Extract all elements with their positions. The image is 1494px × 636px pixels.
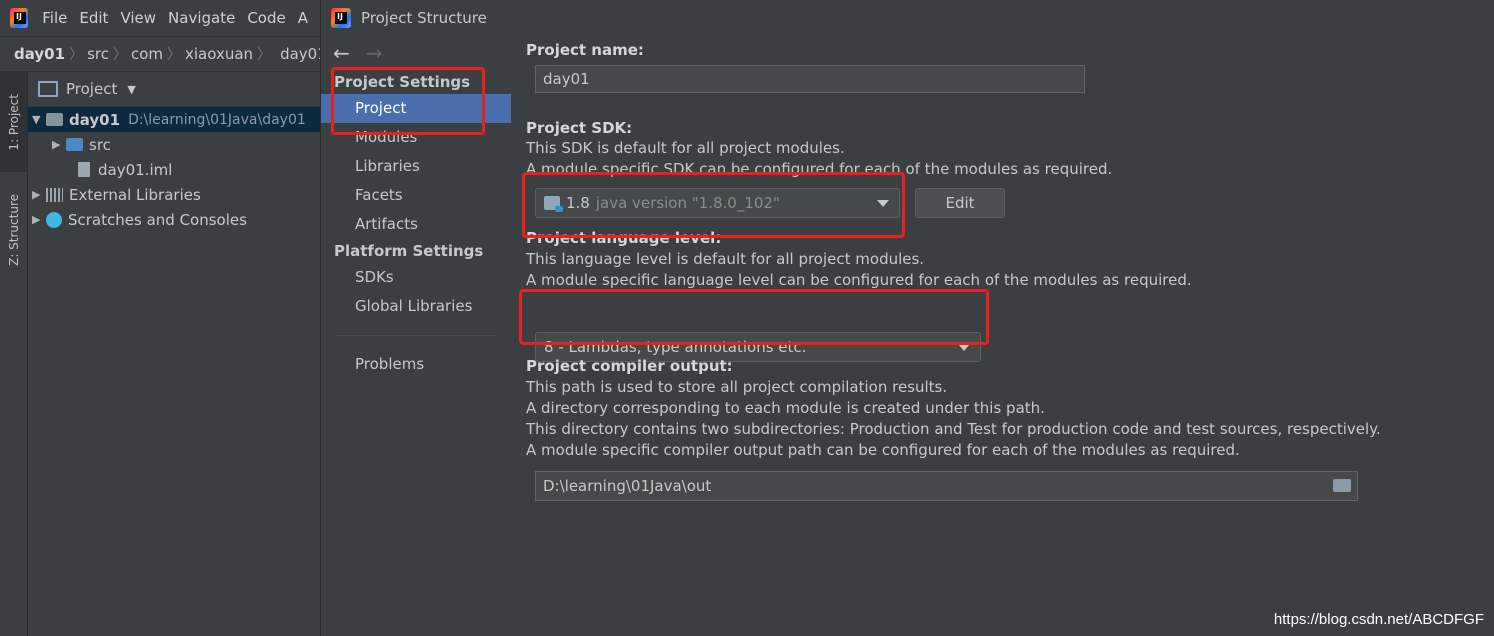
tool-window-strip: 1: Project Z: Structure [0, 72, 28, 636]
project-name-input[interactable]: day01 [535, 65, 1085, 93]
sdk-edit-button[interactable]: Edit [915, 188, 1005, 218]
menu-edit[interactable]: Edit [79, 9, 108, 27]
tool-tab-structure-label: Z: Structure [6, 194, 21, 266]
tool-tab-structure[interactable]: Z: Structure [0, 180, 27, 280]
project-panel-header[interactable]: Project ▼ [28, 72, 320, 107]
tool-tab-project-label: 1: Project [6, 93, 21, 151]
tree-item-label: day01 [69, 110, 121, 129]
chevron-right-icon: 〉 [167, 47, 182, 63]
compiler-output-desc-2: A directory corresponding to each module… [526, 399, 1045, 417]
project-name-label: Project name: [526, 41, 644, 59]
nav-section-platform-settings: Platform Settings [334, 242, 484, 260]
compiler-output-label: Project compiler output: [526, 357, 733, 375]
language-level-value: 8 - Lambdas, type annotations etc. [544, 338, 807, 356]
collapse-arrow-icon[interactable]: ▶ [52, 138, 66, 151]
project-panel-title: Project [66, 80, 118, 98]
tree-item-src[interactable]: ▶ src [28, 132, 320, 157]
collapse-arrow-icon[interactable]: ▶ [32, 188, 46, 201]
dialog-title: Project Structure [361, 9, 487, 27]
menu-bar: IJ File Edit View Navigate Code A [0, 0, 320, 36]
chevron-right-icon: 〉 [257, 47, 272, 63]
iml-file-icon [78, 162, 90, 177]
chevron-right-icon: 〉 [69, 47, 84, 63]
sdk-edit-label: Edit [945, 194, 975, 212]
nav-item-sdks[interactable]: SDKs [321, 263, 511, 292]
nav-item-modules[interactable]: Modules [321, 123, 511, 152]
back-arrow-icon[interactable]: ← [333, 41, 350, 65]
module-folder-icon [46, 113, 63, 126]
nav-item-libraries[interactable]: Libraries [321, 152, 511, 181]
tree-item-day01[interactable]: ▼ day01 D:\learning\01Java\day01 [28, 107, 320, 132]
tool-tab-project[interactable]: 1: Project [0, 72, 27, 172]
sdk-version-detail: java version "1.8.0_102" [595, 194, 780, 212]
breadcrumb-src[interactable]: src [83, 45, 113, 63]
nav-item-artifacts[interactable]: Artifacts [321, 210, 511, 239]
nav-arrows: ← → [321, 36, 511, 70]
sdk-version: 1.8 [566, 194, 590, 212]
nav-item-facets[interactable]: Facets [321, 181, 511, 210]
tree-item-label: day01.iml [98, 160, 173, 179]
intellij-logo-icon: IJ [331, 8, 351, 28]
project-sdk-desc-1: This SDK is default for all project modu… [526, 139, 845, 157]
tree-item-label: src [89, 135, 111, 154]
chevron-down-icon [958, 344, 970, 351]
tree-item-external-libraries[interactable]: ▶ External Libraries [28, 182, 320, 207]
project-sdk-dropdown[interactable]: 1.8 java version "1.8.0_102" [535, 188, 900, 218]
nav-item-global-libraries[interactable]: Global Libraries [321, 292, 511, 321]
watermark-text: https://blog.csdn.net/ABCDFGF [1273, 611, 1484, 628]
library-icon [46, 187, 63, 202]
breadcrumb-xiaoxuan[interactable]: xiaoxuan [181, 45, 257, 63]
scratches-icon [46, 211, 62, 228]
dialog-title-bar: IJ Project Structure [321, 0, 1494, 36]
menu-view[interactable]: View [120, 9, 156, 27]
compiler-output-path: D:\learning\01Java\out [543, 477, 712, 495]
project-panel: Project ▼ ▼ day01 D:\learning\01Java\day… [28, 72, 320, 636]
compiler-output-path-input[interactable]: D:\learning\01Java\out [535, 471, 1358, 501]
compiler-output-desc-1: This path is used to store all project c… [526, 378, 948, 396]
tree-item-scratches[interactable]: ▶ Scratches and Consoles [28, 207, 320, 232]
tree-item-label: Scratches and Consoles [68, 210, 247, 229]
source-folder-icon [66, 138, 83, 151]
language-level-desc-2: A module specific language level can be … [526, 271, 1192, 289]
menu-code[interactable]: Code [247, 9, 285, 27]
language-level-label: Project language level: [526, 229, 722, 247]
project-sdk-desc-2: A module specific SDK can be configured … [526, 160, 1113, 178]
breadcrumb: day01 〉 src 〉 com 〉 xiaoxuan 〉 day01 [0, 36, 327, 72]
nav-section-project-settings: Project Settings [334, 73, 471, 91]
expand-arrow-icon[interactable]: ▼ [32, 113, 46, 126]
chevron-down-icon[interactable]: ▼ [127, 83, 135, 96]
compiler-output-desc-4: A module specific compiler output path c… [526, 441, 1240, 459]
settings-nav: ← → Project Settings Project Modules Lib… [321, 36, 511, 636]
project-structure-dialog: IJ Project Structure ← → Project Setting… [320, 0, 1494, 636]
project-view-icon [38, 81, 58, 97]
nav-divider [335, 335, 497, 336]
nav-item-project[interactable]: Project [321, 94, 511, 123]
intellij-logo-icon: IJ [10, 8, 29, 28]
collapse-arrow-icon[interactable]: ▶ [32, 213, 46, 226]
module-path: D:\learning\01Java\day01 [128, 111, 306, 128]
language-level-desc-1: This language level is default for all p… [526, 250, 925, 268]
chevron-down-icon [877, 200, 889, 207]
breadcrumb-com[interactable]: com [127, 45, 167, 63]
nav-item-problems[interactable]: Problems [321, 350, 511, 379]
compiler-output-desc-3: This directory contains two subdirectori… [526, 420, 1381, 438]
tree-item-label: External Libraries [69, 185, 201, 204]
menu-navigate[interactable]: Navigate [168, 9, 235, 27]
forward-arrow-icon[interactable]: → [366, 41, 383, 65]
breadcrumb-day01[interactable]: day01 [0, 45, 69, 63]
chevron-right-icon: 〉 [112, 47, 127, 63]
menu-analyze[interactable]: A [298, 9, 308, 27]
project-sdk-label: Project SDK: [526, 119, 633, 137]
menu-file[interactable]: File [42, 9, 67, 27]
project-settings-content: Project name: day01 Project SDK: This SD… [512, 36, 1494, 636]
browse-folder-icon[interactable] [1333, 479, 1351, 492]
tree-item-iml[interactable]: day01.iml [28, 157, 320, 182]
sdk-folder-icon [544, 196, 563, 212]
